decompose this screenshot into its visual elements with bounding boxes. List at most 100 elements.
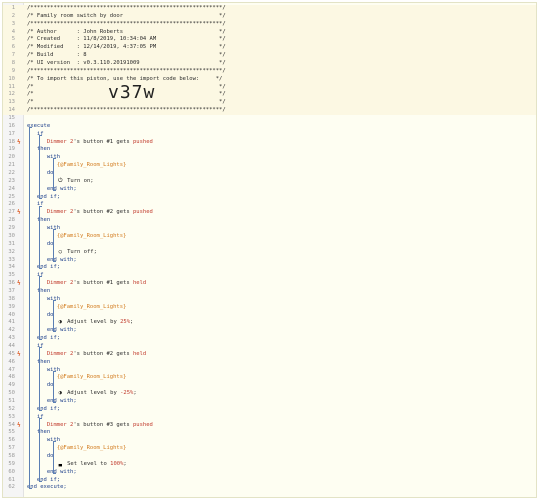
block-rail <box>29 126 30 489</box>
trigger-lightning-icon: ϟ <box>17 421 21 429</box>
line-number: 34 <box>8 264 15 271</box>
code-token: Set level to <box>63 460 111 467</box>
code-text: ◑ Adjust level by -25%; <box>27 390 137 398</box>
code-line: 55 then <box>3 429 536 437</box>
code-line: 23 ⏻ Turn on; <box>3 178 536 186</box>
line-number: 32 <box>8 248 15 255</box>
line-number: 1 <box>11 5 15 11</box>
code-token: 25% <box>120 319 131 326</box>
code-line: 15 <box>3 115 536 123</box>
line-number: 46 <box>8 358 15 365</box>
code-token: Dimmer 2 <box>46 280 74 287</box>
code-token: 's button #2 gets <box>73 350 133 357</box>
code-line: 61 end if; <box>3 477 536 485</box>
code-token: {@Family_Room_Lights} <box>56 232 127 239</box>
code-text: end if; <box>27 264 61 271</box>
block-rail-tick <box>29 488 32 490</box>
code-text: end with; <box>27 397 77 404</box>
code-line: 2 /* Family room switch by door */ <box>3 12 536 21</box>
code-token: ; <box>133 390 137 397</box>
line-number: 42 <box>8 327 15 334</box>
line-number: 52 <box>8 405 15 412</box>
code-token: Dimmer 2 <box>46 209 74 216</box>
code-token: pushed <box>132 209 153 216</box>
code-text: /***************************************… <box>27 107 226 114</box>
block-rail-tick <box>39 205 42 207</box>
line-number: 29 <box>8 225 15 232</box>
line-number: 35 <box>8 272 15 279</box>
code-line: 62 end execute; <box>3 484 536 492</box>
line-number: 59 <box>8 460 15 467</box>
line-number: 43 <box>8 335 15 342</box>
code-line: 59 ▃ Set level to 100%; <box>3 461 536 469</box>
code-line: 43 end if; <box>3 335 536 343</box>
code-token: Dimmer 2 <box>46 138 74 145</box>
code-line: 52 end if; <box>3 406 536 414</box>
line-number: 28 <box>8 217 15 224</box>
block-rail-tick <box>39 134 42 136</box>
line-number: 58 <box>8 452 15 459</box>
line-number: 18 <box>8 138 15 145</box>
block-rail-tick <box>53 260 56 262</box>
code-text: {@Family_Room_Lights} <box>27 304 127 312</box>
code-line: 37 then <box>3 288 536 296</box>
code-line: 40 do <box>3 312 536 320</box>
line-number: 6 <box>11 44 15 51</box>
line-number: 38 <box>8 295 15 302</box>
block-rail <box>53 370 54 402</box>
code-line: 53 if <box>3 414 536 422</box>
code-text: do <box>27 311 54 318</box>
code-text: end if; <box>27 335 61 342</box>
statement-icon: ◑ <box>58 390 62 397</box>
code-line: 13/* */ <box>3 99 536 108</box>
code-line: 30 {@Family_Room_Lights} <box>3 233 536 241</box>
code-text: /***************************************… <box>27 20 226 27</box>
code-token: 's button #3 gets <box>73 421 133 428</box>
code-text: end if; <box>27 193 61 200</box>
code-text: end with; <box>27 468 77 475</box>
code-line: 16 execute <box>3 123 536 131</box>
line-number: 45 <box>8 350 15 357</box>
code-line: 48 {@Family_Room_Lights} <box>3 374 536 382</box>
code-line: 39 {@Family_Room_Lights} <box>3 304 536 312</box>
line-number: 8 <box>11 60 15 67</box>
code-token: Adjust level by <box>63 390 121 397</box>
code-text: end execute; <box>27 484 67 491</box>
code-text: do <box>27 170 54 177</box>
line-number: 5 <box>11 36 15 43</box>
block-rail-tick <box>53 229 56 231</box>
block-rail <box>53 229 54 261</box>
code-line: 57 {@Family_Room_Lights} <box>3 445 536 453</box>
line-number: 15 <box>8 115 15 122</box>
block-rail <box>53 441 54 473</box>
code-line: 20 with <box>3 154 536 162</box>
code-text: Dimmer 2's button #3 gets pushed <box>27 422 153 430</box>
code-text: Dimmer 2's button #2 gets pushed <box>27 209 153 217</box>
line-number: 37 <box>8 287 15 294</box>
code-line: 33 end with; <box>3 257 536 265</box>
code-text: /* Family room switch by door */ <box>27 12 226 19</box>
line-number: 61 <box>8 476 15 483</box>
code-lines: 1 /**************************************… <box>3 5 536 492</box>
block-rail-tick <box>39 197 42 199</box>
line-number: 39 <box>8 303 15 310</box>
code-line: 46 then <box>3 359 536 367</box>
code-line: 32 ○ Turn off; <box>3 249 536 257</box>
block-rail-tick <box>53 472 56 474</box>
code-token: 's button #1 gets <box>73 280 133 287</box>
code-line: 12/* */ <box>3 91 536 100</box>
line-number: 54 <box>8 421 15 428</box>
code-line: 42 end with; <box>3 327 536 335</box>
code-text: /* Author : John Roberts */ <box>27 28 226 35</box>
line-number: 11 <box>8 83 15 90</box>
code-line: 60 end with; <box>3 469 536 477</box>
statement-icon: ○ <box>58 248 62 255</box>
code-line: 35 if <box>3 272 536 280</box>
line-number: 7 <box>11 52 15 59</box>
line-number: 21 <box>8 162 15 169</box>
code-line: 6 /* Modified : 12/14/2019, 4:37:05 PM */ <box>3 44 536 53</box>
code-line: 18 ϟ Dimmer 2's button #1 gets pushed <box>3 139 536 147</box>
block-rail-tick <box>53 189 56 191</box>
line-number: 13 <box>8 99 15 106</box>
code-line: 56 with <box>3 437 536 445</box>
